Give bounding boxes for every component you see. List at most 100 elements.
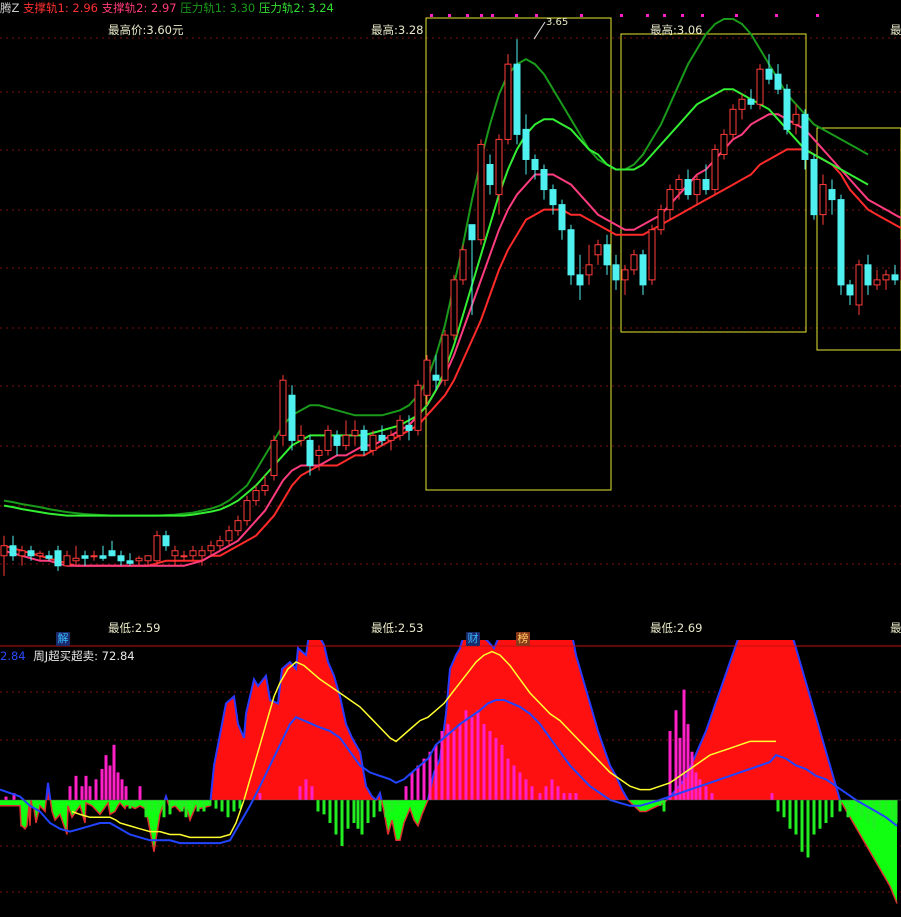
- candle[interactable]: [846, 279, 854, 305]
- candle[interactable]: [756, 64, 764, 110]
- oscillator-panel[interactable]: [0, 538, 901, 904]
- event-badge-bang[interactable]: 榜: [516, 632, 530, 646]
- candle[interactable]: [837, 194, 845, 295]
- candle[interactable]: [855, 259, 863, 315]
- candle[interactable]: [729, 104, 737, 140]
- candle[interactable]: [441, 330, 449, 386]
- candle[interactable]: [594, 239, 602, 265]
- candle[interactable]: [648, 224, 656, 285]
- candle[interactable]: [657, 204, 665, 235]
- candle[interactable]: [414, 380, 422, 436]
- candle[interactable]: [738, 94, 746, 120]
- resistance-rail-2-line: [3, 88, 869, 517]
- candle[interactable]: [351, 420, 359, 446]
- candle[interactable]: [612, 254, 620, 290]
- candle[interactable]: [135, 555, 143, 566]
- candle[interactable]: [423, 355, 431, 406]
- candle[interactable]: [693, 174, 701, 205]
- candle-body: [126, 560, 134, 564]
- candle-body: [306, 439, 314, 466]
- candle[interactable]: [162, 530, 170, 551]
- candle[interactable]: [864, 254, 872, 295]
- candle[interactable]: [873, 269, 881, 290]
- candle[interactable]: [720, 129, 728, 160]
- candle[interactable]: [819, 174, 827, 225]
- candle[interactable]: [585, 244, 593, 285]
- candle[interactable]: [513, 39, 521, 145]
- candle-body: [864, 264, 872, 286]
- candle[interactable]: [234, 515, 242, 536]
- candle[interactable]: [81, 550, 89, 566]
- candle[interactable]: [792, 104, 800, 135]
- candle[interactable]: [891, 264, 899, 285]
- candle[interactable]: [270, 435, 278, 481]
- candle[interactable]: [0, 535, 8, 576]
- candle[interactable]: [360, 425, 368, 456]
- candle[interactable]: [117, 550, 125, 566]
- candle[interactable]: [882, 269, 890, 290]
- candle[interactable]: [774, 64, 782, 95]
- candle-body: [495, 138, 503, 196]
- candle[interactable]: [450, 274, 458, 341]
- candle-body: [567, 229, 575, 276]
- candle[interactable]: [558, 199, 566, 240]
- chart-canvas[interactable]: [0, 0, 901, 917]
- candle[interactable]: [243, 495, 251, 526]
- candle[interactable]: [765, 54, 773, 85]
- candle[interactable]: [99, 545, 107, 561]
- candle[interactable]: [522, 114, 530, 175]
- candle-body: [207, 545, 215, 552]
- candle-body: [639, 254, 647, 286]
- candle[interactable]: [333, 430, 341, 456]
- candle-body: [621, 269, 629, 281]
- candle[interactable]: [621, 264, 629, 295]
- peak-label: 3.65: [546, 17, 569, 28]
- high-label-2: 最高:3.28: [371, 23, 424, 37]
- candle[interactable]: [54, 545, 62, 571]
- candle[interactable]: [747, 89, 755, 110]
- candle[interactable]: [180, 550, 188, 561]
- candle[interactable]: [666, 184, 674, 220]
- candle-body: [558, 204, 566, 231]
- candle[interactable]: [63, 550, 71, 567]
- candle[interactable]: [153, 530, 161, 566]
- candle[interactable]: [279, 375, 287, 446]
- candle[interactable]: [567, 224, 575, 285]
- candle[interactable]: [198, 545, 206, 566]
- candle[interactable]: [459, 244, 467, 285]
- event-badge-jie[interactable]: 解: [56, 632, 70, 646]
- candle[interactable]: [108, 540, 116, 557]
- candle[interactable]: [189, 545, 197, 561]
- candle[interactable]: [711, 144, 719, 195]
- candle-body: [504, 63, 512, 140]
- candle[interactable]: [828, 179, 836, 215]
- candle[interactable]: [702, 164, 710, 195]
- candle[interactable]: [18, 545, 26, 566]
- candle[interactable]: [801, 109, 809, 170]
- candle[interactable]: [90, 550, 98, 561]
- candle[interactable]: [639, 249, 647, 295]
- candle[interactable]: [486, 154, 494, 195]
- candle[interactable]: [684, 169, 692, 200]
- candle[interactable]: [810, 154, 818, 220]
- candle[interactable]: [225, 525, 233, 546]
- candle[interactable]: [288, 385, 296, 451]
- candle[interactable]: [603, 234, 611, 275]
- candle[interactable]: [783, 84, 791, 135]
- candle[interactable]: [324, 425, 332, 456]
- event-badge-cai[interactable]: 财: [466, 632, 480, 646]
- candle[interactable]: [540, 164, 548, 200]
- candle-body: [675, 179, 683, 191]
- candle[interactable]: [576, 254, 584, 300]
- candle[interactable]: [9, 535, 17, 561]
- candle[interactable]: [171, 545, 179, 566]
- candle-body: [747, 98, 755, 105]
- candle[interactable]: [504, 54, 512, 145]
- candle-body: [648, 229, 656, 281]
- candle[interactable]: [72, 545, 80, 566]
- candle[interactable]: [630, 249, 638, 275]
- candle-body: [297, 434, 305, 441]
- peak-marker: [533, 21, 546, 40]
- candle[interactable]: [477, 139, 485, 245]
- candlesticks[interactable]: [0, 39, 901, 576]
